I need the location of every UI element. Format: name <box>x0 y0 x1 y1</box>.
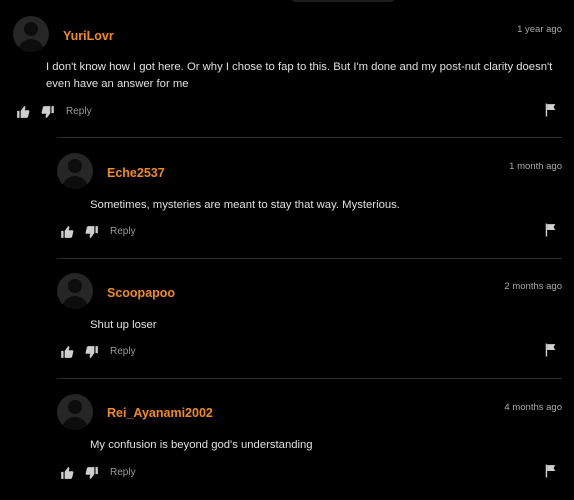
flag-icon[interactable] <box>545 103 557 117</box>
avatar[interactable] <box>13 16 49 52</box>
thumbs-up-icon[interactable] <box>60 225 74 239</box>
avatar[interactable] <box>57 153 93 189</box>
reply-button[interactable]: Reply <box>110 466 136 480</box>
reply-button[interactable]: Reply <box>110 225 136 239</box>
comment-actions: Reply <box>60 343 574 359</box>
comment-username[interactable]: Eche2537 <box>107 166 165 180</box>
divider <box>57 137 562 138</box>
comment-text: Shut up loser <box>90 319 157 331</box>
comment-timestamp: 1 month ago <box>509 161 562 172</box>
comment-actions: Reply <box>60 464 574 480</box>
comment-text: I don't know how I got here. Or why I ch… <box>46 61 553 90</box>
thumbs-down-icon[interactable] <box>85 225 99 239</box>
thumbs-down-icon[interactable] <box>85 466 99 480</box>
comment-timestamp: 2 months ago <box>504 281 562 292</box>
comment-username[interactable]: Rei_Ayanami2002 <box>107 406 213 420</box>
thumbs-down-icon[interactable] <box>85 345 99 359</box>
thumbs-down-icon[interactable] <box>41 105 55 119</box>
comment-actions: Reply <box>16 103 574 119</box>
divider <box>57 378 562 379</box>
comment-timestamp: 4 months ago <box>504 402 562 413</box>
flag-icon[interactable] <box>545 223 557 237</box>
comment-username[interactable]: YuriLovr <box>63 29 114 43</box>
divider <box>57 258 562 259</box>
top-pill <box>287 0 399 2</box>
comment-actions: Reply <box>60 223 574 239</box>
avatar[interactable] <box>57 273 93 309</box>
comment-text: Sometimes, mysteries are meant to stay t… <box>90 199 400 211</box>
avatar[interactable] <box>57 394 93 430</box>
reply-button[interactable]: Reply <box>66 105 92 119</box>
comment-username[interactable]: Scoopapoo <box>107 286 175 300</box>
flag-icon[interactable] <box>545 343 557 357</box>
thumbs-up-icon[interactable] <box>60 345 74 359</box>
thumbs-up-icon[interactable] <box>16 105 30 119</box>
comment-text: My confusion is beyond god's understandi… <box>90 439 313 451</box>
flag-icon[interactable] <box>545 464 557 478</box>
comment-timestamp: 1 year ago <box>517 24 562 35</box>
reply-button[interactable]: Reply <box>110 345 136 359</box>
thumbs-up-icon[interactable] <box>60 466 74 480</box>
